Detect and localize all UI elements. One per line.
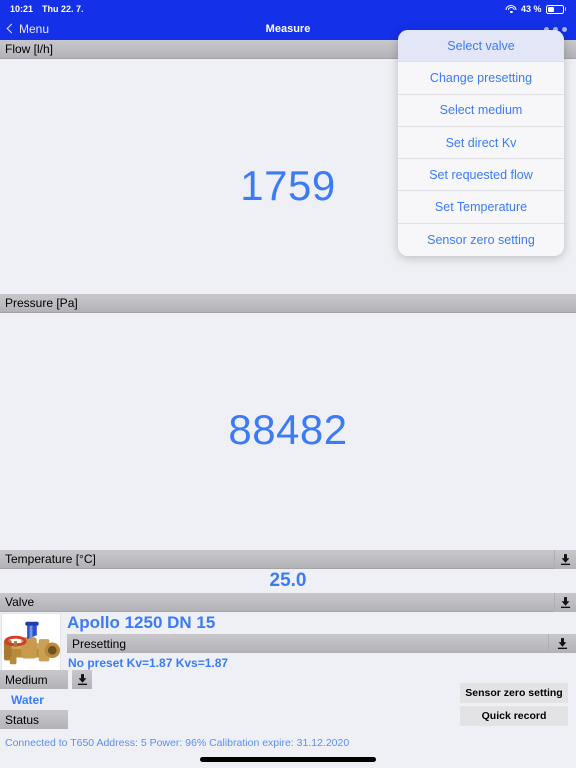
wifi-icon <box>505 4 517 14</box>
ellipsis-icon <box>562 26 567 32</box>
status-date: Thu 22. 7. <box>42 4 84 14</box>
menu-item-set-temperature[interactable]: Set Temperature <box>398 191 564 224</box>
presetting-value: No preset Kv=1.87 Kvs=1.87 <box>68 656 229 670</box>
connection-status-text: Connected to T650 Address: 5 Power: 96% … <box>5 737 350 749</box>
flow-header-label: Flow [l/h] <box>5 42 54 56</box>
chevron-left-icon <box>6 23 17 34</box>
status-bar-left: 10:21 Thu 22. 7. <box>10 4 84 14</box>
medium-header-bar: Medium <box>0 670 68 689</box>
pressure-section-header: Pressure [Pa] <box>0 294 576 313</box>
presetting-header-row: Presetting <box>67 634 576 653</box>
valve-image <box>2 614 60 674</box>
status-header-label: Status <box>5 712 40 727</box>
measure-screen: 10:21 Thu 22. 7. 43 % Menu Measure Flow … <box>0 0 576 768</box>
pressure-value: 88482 <box>228 405 348 453</box>
battery-percent-label: 43 % <box>520 4 542 14</box>
temperature-section-header: Temperature [°C] <box>0 550 576 569</box>
status-header-bar: Status <box>0 710 68 729</box>
pressure-readout-panel: 88482 <box>0 313 576 546</box>
back-button-label: Menu <box>19 22 50 36</box>
quick-record-button[interactable]: Quick record <box>460 706 568 726</box>
valve-header-label: Valve <box>5 595 35 609</box>
menu-item-select-valve[interactable]: Select valve <box>398 30 564 63</box>
download-icon <box>77 674 87 686</box>
battery-fill <box>547 6 554 12</box>
download-icon <box>560 554 571 566</box>
temperature-value: 25.0 <box>269 570 307 591</box>
options-popover-menu: Select valve Change presetting Select me… <box>398 30 564 257</box>
presetting-header-bar: Presetting <box>67 634 548 653</box>
valve-download-button[interactable] <box>554 593 576 612</box>
presetting-download-button[interactable] <box>548 634 576 653</box>
valve-section-header: Valve <box>0 593 576 612</box>
back-button[interactable]: Menu <box>0 22 49 36</box>
valve-header-bar: Valve <box>0 593 554 612</box>
battery-icon <box>545 4 566 14</box>
menu-item-sensor-zero-setting[interactable]: Sensor zero setting <box>398 223 564 257</box>
temperature-header-label: Temperature [°C] <box>5 552 96 566</box>
download-icon <box>560 597 571 609</box>
menu-item-select-medium[interactable]: Select medium <box>398 94 564 127</box>
medium-download-button[interactable] <box>72 670 92 689</box>
status-bar-right: 43 % <box>505 4 566 14</box>
status-time: 10:21 <box>10 4 34 14</box>
menu-item-set-requested-flow[interactable]: Set requested flow <box>398 159 564 192</box>
temperature-header-bar: Temperature [°C] <box>0 550 554 569</box>
sensor-zero-setting-button[interactable]: Sensor zero setting <box>460 683 568 703</box>
status-bar: 10:21 Thu 22. 7. 43 % <box>0 0 576 18</box>
menu-item-set-direct-kv[interactable]: Set direct Kv <box>398 126 564 160</box>
home-indicator[interactable] <box>200 757 376 762</box>
valve-thumbnail-icon[interactable] <box>1 613 61 675</box>
flow-value: 1759 <box>240 162 336 209</box>
valve-details-row: Apollo 1250 DN 15 Presetting No preset K… <box>0 612 576 675</box>
download-icon <box>557 638 568 650</box>
temperature-download-button[interactable] <box>554 550 576 569</box>
valve-name[interactable]: Apollo 1250 DN 15 <box>67 612 576 634</box>
pressure-header-label: Pressure [Pa] <box>5 296 78 310</box>
presetting-header-label: Presetting <box>72 636 127 651</box>
valve-info: Apollo 1250 DN 15 Presetting No preset K… <box>61 612 576 670</box>
medium-header-label: Medium <box>5 672 48 687</box>
action-buttons: Sensor zero setting Quick record <box>460 683 568 726</box>
temperature-readout-panel: 25.0 <box>0 569 576 593</box>
menu-item-change-presetting[interactable]: Change presetting <box>398 62 564 95</box>
